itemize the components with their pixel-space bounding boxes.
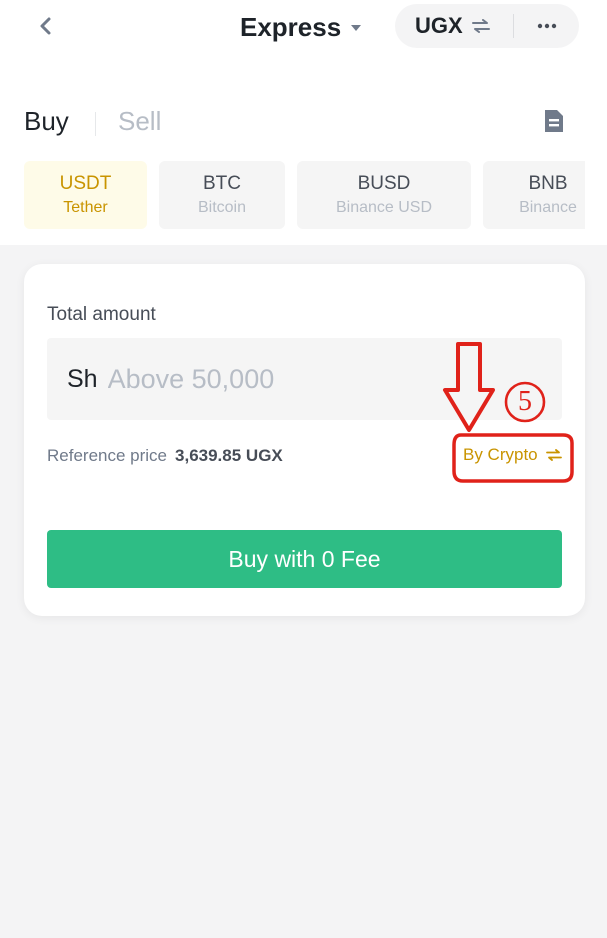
reference-price-label: Reference price bbox=[47, 446, 168, 465]
total-amount-label: Total amount bbox=[47, 304, 156, 325]
crypto-chip-busd[interactable]: BUSD Binance USD bbox=[297, 161, 471, 229]
document-icon[interactable] bbox=[543, 108, 565, 134]
annotation-step-badge: 5 bbox=[503, 380, 547, 424]
tab-sell[interactable]: Sell bbox=[118, 106, 161, 137]
buy-button[interactable]: Buy with 0 Fee bbox=[47, 530, 562, 588]
tab-divider bbox=[95, 112, 96, 136]
mode-selector[interactable]: Express bbox=[240, 10, 362, 44]
crypto-symbol: BNB bbox=[528, 173, 568, 194]
fiat-currency-selector[interactable]: UGX bbox=[395, 13, 513, 39]
crypto-chip-usdt[interactable]: USDT Tether bbox=[24, 161, 147, 229]
more-button[interactable] bbox=[514, 23, 579, 29]
crypto-name: Binance bbox=[519, 199, 577, 216]
header-pill: UGX bbox=[395, 4, 579, 48]
annotation-arrow-icon bbox=[443, 342, 495, 432]
annotation-highlight-box bbox=[452, 433, 574, 483]
swap-icon bbox=[471, 19, 490, 33]
page-title: Express bbox=[240, 11, 342, 42]
crypto-chip-bnb[interactable]: BNB Binance bbox=[483, 161, 585, 229]
crypto-symbol: BTC bbox=[203, 173, 241, 194]
crypto-chip-btc[interactable]: BTC Bitcoin bbox=[159, 161, 285, 229]
reference-price: Reference price 3,639.85 UGX bbox=[47, 446, 283, 466]
crypto-name: Bitcoin bbox=[197, 199, 247, 216]
currency-prefix: Sh bbox=[67, 364, 98, 393]
crypto-symbol: USDT bbox=[59, 173, 112, 194]
crypto-name: Tether bbox=[63, 199, 108, 216]
crypto-symbol: BUSD bbox=[357, 173, 411, 194]
amount-input[interactable] bbox=[107, 363, 408, 395]
caret-down-icon bbox=[351, 25, 362, 31]
tab-buy[interactable]: Buy bbox=[24, 106, 69, 137]
reference-price-value: 3,639.85 UGX bbox=[175, 446, 283, 465]
crypto-name: Binance USD bbox=[335, 199, 433, 216]
annotation-step-number: 5 bbox=[518, 386, 532, 417]
fiat-currency-label: UGX bbox=[415, 13, 463, 38]
chevron-left-icon bbox=[40, 17, 51, 35]
back-button[interactable] bbox=[30, 10, 62, 42]
crypto-selector: USDT Tether BTC Bitcoin BUSD Binance USD… bbox=[24, 161, 585, 229]
more-icon bbox=[537, 23, 556, 29]
